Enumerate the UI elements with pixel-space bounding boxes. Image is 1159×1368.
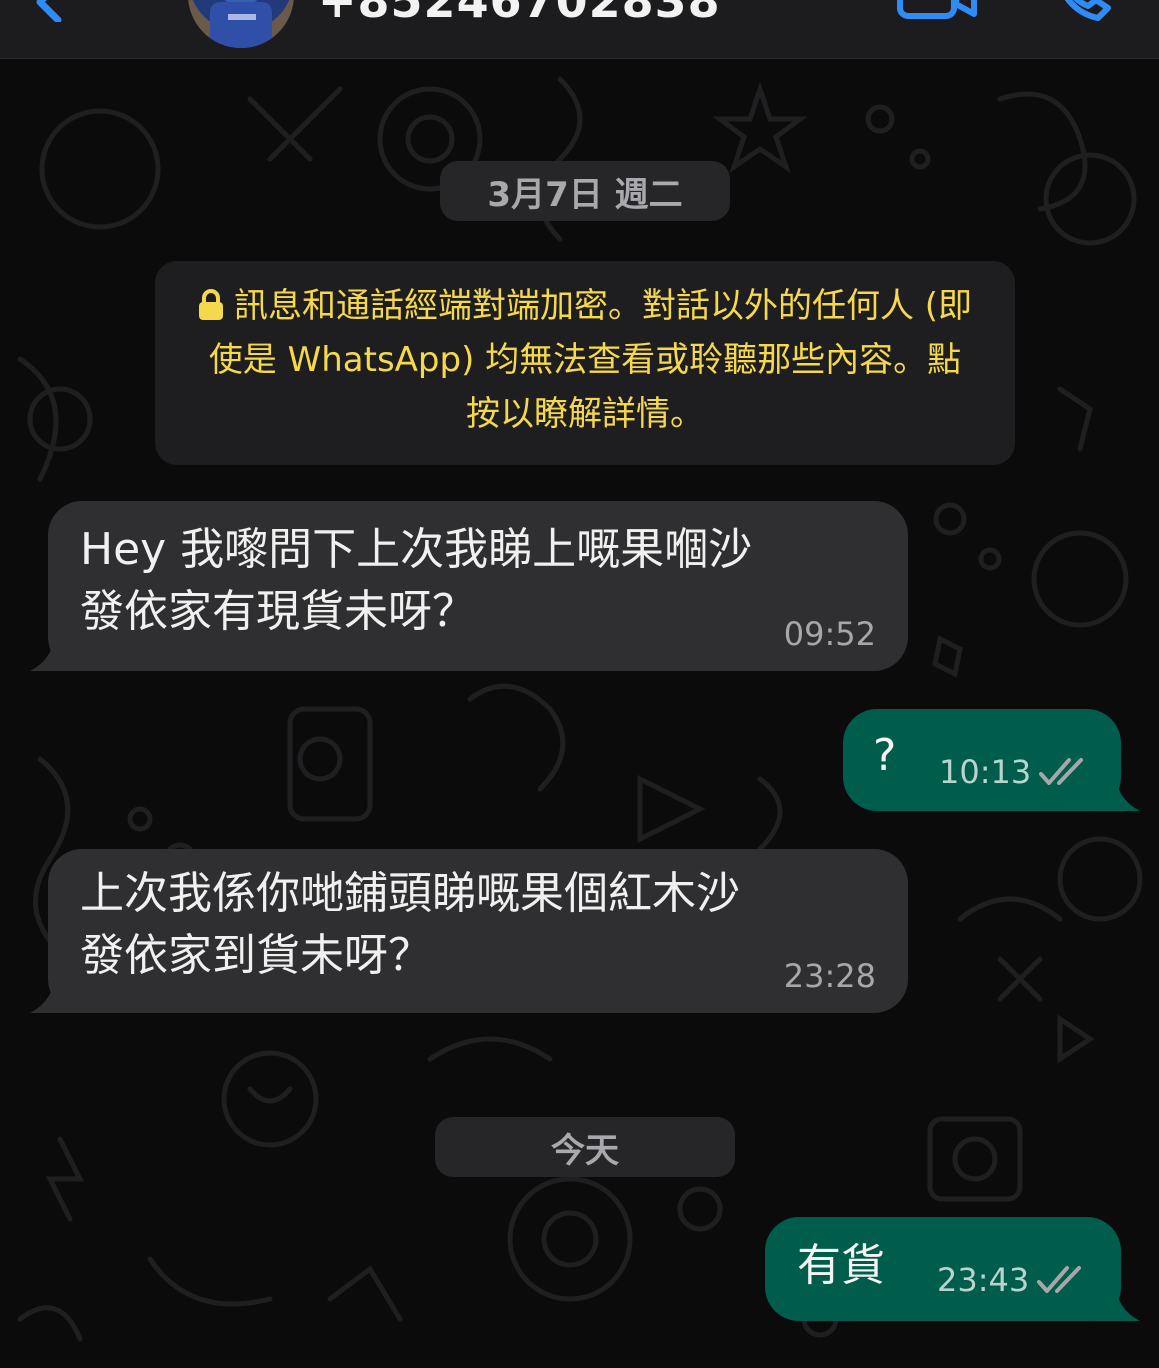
message-text-line: 上次我係你哋鋪頭睇嘅果個紅木沙 bbox=[80, 868, 740, 919]
bubble-tail bbox=[30, 971, 80, 1013]
message-text: ? bbox=[873, 730, 897, 781]
bubble-tail bbox=[30, 629, 80, 671]
incoming-message[interactable]: 上次我係你哋鋪頭睇嘅果個紅木沙 發依家到貨未呀？ 23:28 bbox=[48, 849, 908, 1013]
date-separator: 3月7日 週二 bbox=[440, 161, 730, 221]
outgoing-message[interactable]: ? 10:13 bbox=[843, 709, 1121, 811]
chat-area[interactable]: 3月7日 週二 訊息和通話經端對端加密。對話以外的任何人 (即使是 WhatsA… bbox=[0, 59, 1159, 1368]
read-receipt-icon bbox=[1037, 1266, 1082, 1293]
bubble-tail bbox=[1090, 769, 1140, 811]
message-text: 有貨 bbox=[797, 1240, 885, 1291]
outgoing-message[interactable]: 有貨 23:43 bbox=[765, 1217, 1121, 1321]
contact-avatar[interactable] bbox=[188, 0, 294, 48]
message-timestamp: 10:13 bbox=[939, 753, 1032, 791]
video-call-icon[interactable] bbox=[896, 0, 978, 20]
bubble-tail bbox=[1090, 1279, 1140, 1321]
contact-phone-number[interactable]: +85246702838 bbox=[318, 0, 721, 28]
date-separator: 今天 bbox=[435, 1117, 735, 1177]
encryption-notice-text: 訊息和通話經端對端加密。對話以外的任何人 (即使是 WhatsApp) 均無法查… bbox=[208, 286, 973, 434]
message-timestamp: 23:43 bbox=[937, 1261, 1030, 1299]
message-text-line: Hey 我嚟問下上次我睇上嘅果嗰沙 bbox=[80, 524, 753, 575]
chat-header: +85246702838 bbox=[0, 0, 1159, 59]
voice-call-icon[interactable] bbox=[1052, 0, 1116, 22]
incoming-message[interactable]: Hey 我嚟問下上次我睇上嘅果嗰沙 發依家有現貨未呀？ 09:52 bbox=[48, 501, 908, 671]
back-chevron-icon[interactable] bbox=[10, 0, 70, 22]
encryption-notice[interactable]: 訊息和通話經端對端加密。對話以外的任何人 (即使是 WhatsApp) 均無法查… bbox=[155, 261, 1015, 465]
message-timestamp: 23:28 bbox=[783, 957, 876, 995]
message-text-line: 發依家有現貨未呀？ bbox=[80, 586, 476, 637]
message-text-line: 發依家到貨未呀？ bbox=[80, 930, 432, 981]
read-receipt-icon bbox=[1039, 758, 1084, 785]
message-timestamp: 09:52 bbox=[783, 615, 876, 653]
lock-icon bbox=[198, 289, 223, 320]
